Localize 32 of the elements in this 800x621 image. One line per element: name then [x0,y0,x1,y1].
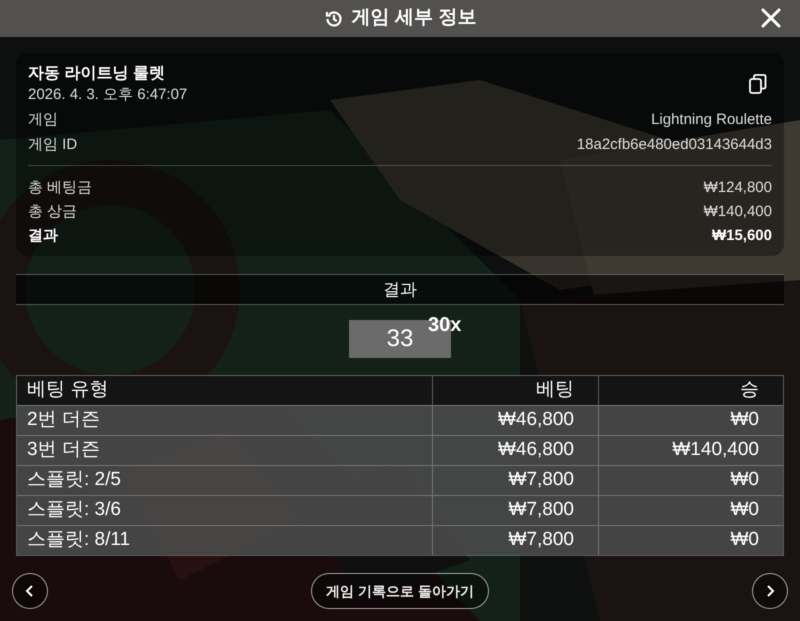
chevron-right-icon [765,584,775,598]
chevron-left-icon [25,584,35,598]
total-label: 결과 [28,226,58,246]
total-label: 총 상금 [28,202,78,222]
game-datetime: 2026. 4. 3. 오후 6:47:07 [28,85,188,105]
table-cell: ₩0 [598,526,783,555]
table-cell-text: 스플릿: 8/11 [26,528,132,552]
total-label: 총 베팅금 [28,178,92,198]
table-cell: ₩7,800 [432,526,598,555]
copy-icon [748,73,768,95]
close-icon [761,8,781,28]
table-cell-text: 스플릿: 3/6 [26,498,122,522]
column-header: 베팅 유형 [26,378,110,402]
table-cell-text: 스플릿: 2/5 [26,468,122,492]
detail-value: 18a2cfb6e480ed03143644d3 [576,135,772,155]
game-name: 자동 라이트닝 룰렛 [28,64,166,84]
dialog-title: 게임 세부 정보 [352,6,476,30]
close-button[interactable] [760,7,782,29]
previous-button[interactable] [12,573,48,609]
result-heading: 결과 [16,274,784,305]
table-cell-text: 3번 더즌 [26,438,101,462]
detail-label: 게임 [28,110,58,130]
history-icon [324,8,344,28]
next-button[interactable] [752,573,788,609]
total-value: ₩15,600 [712,226,772,246]
back-to-history-button[interactable]: 게임 기록으로 돌아가기 [311,573,489,609]
table-cell-text: 2번 더즌 [26,408,101,432]
detail-label: 게임 ID [28,135,78,155]
total-value: ₩124,800 [704,178,772,198]
total-value: ₩140,400 [704,202,772,222]
detail-value: Lightning Roulette [651,110,772,130]
copy-button[interactable] [748,73,768,95]
